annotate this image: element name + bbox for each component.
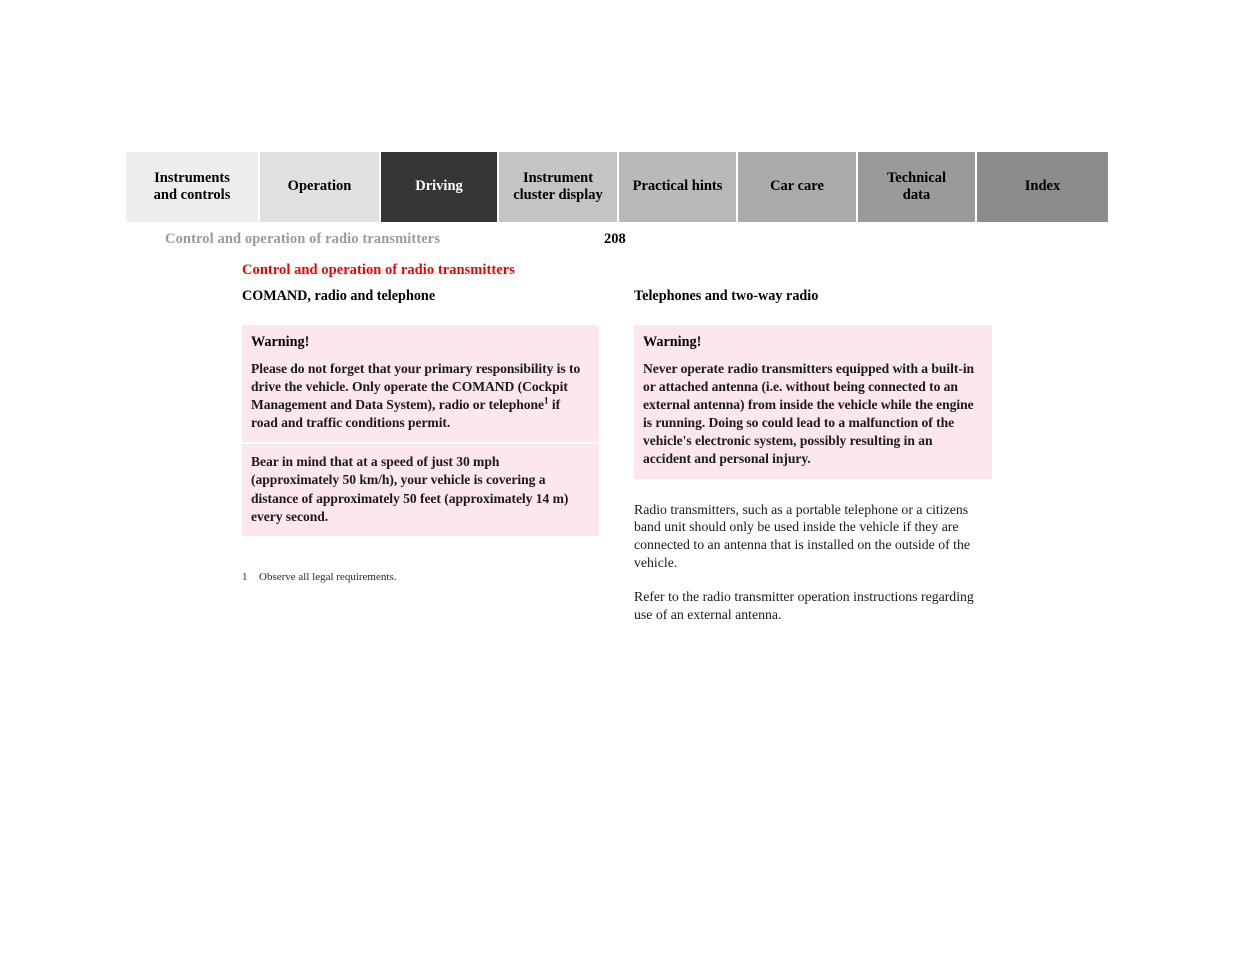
footnote-marker: 1 bbox=[242, 570, 248, 583]
right-body-paragraph-1: Radio transmitters, such as a portable t… bbox=[634, 501, 971, 570]
left-warning-paragraph-1-text: Please do not forget that your primary r… bbox=[251, 361, 581, 413]
right-warning-block-1: Warning! Never operate radio transmitter… bbox=[634, 325, 992, 479]
left-warning-block-2: Bear in mind that at a speed of just 30 … bbox=[242, 442, 599, 536]
running-head: Control and operation of radio transmitt… bbox=[165, 231, 441, 247]
chapter-tab-label: Index bbox=[1024, 178, 1061, 195]
chapter-tab-practical-hints[interactable]: Practical hints bbox=[619, 152, 736, 222]
right-column: Telephones and two-way radio Warning! Ne… bbox=[634, 288, 992, 623]
page-number: 208 bbox=[604, 231, 626, 247]
chapter-tab-index[interactable]: Index bbox=[977, 152, 1108, 222]
chapter-tab-label: Car care bbox=[770, 178, 824, 195]
chapter-tab-driving[interactable]: Driving bbox=[381, 152, 497, 222]
chapter-tab-label: Driving bbox=[415, 178, 463, 195]
left-warning-paragraph-1: Please do not forget that your primary r… bbox=[251, 360, 590, 432]
left-warning-title: Warning! bbox=[251, 334, 310, 351]
right-warning-title: Warning! bbox=[643, 334, 702, 351]
chapter-tab-label: Instruments and controls bbox=[153, 169, 231, 203]
footnote: 1 Observe all legal requirements. bbox=[242, 570, 599, 584]
left-column: COMAND, radio and telephone Warning! Ple… bbox=[242, 288, 599, 584]
left-sub-heading: COMAND, radio and telephone bbox=[242, 288, 436, 304]
left-warning-paragraph-2: Bear in mind that at a speed of just 30 … bbox=[251, 454, 569, 524]
right-body-paragraph-2: Refer to the radio transmitter operation… bbox=[634, 589, 974, 622]
chapter-tab-bar: Instruments and controls Operation Driving I… bbox=[126, 152, 1108, 222]
chapter-tab-instrument-cluster-display[interactable]: Instrument cluster display bbox=[499, 152, 617, 222]
chapter-tab-label: Practical hints bbox=[632, 178, 723, 195]
chapter-tab-technical-data[interactable]: Technical data bbox=[858, 152, 975, 222]
chapter-tab-label: Operation bbox=[287, 178, 352, 195]
page-title: Control and operation of radio transmitt… bbox=[242, 262, 515, 278]
chapter-tab-operation[interactable]: Operation bbox=[260, 152, 379, 222]
left-warning-box: Warning! Please do not forget that your … bbox=[242, 325, 599, 536]
chapter-tab-instruments-and-controls[interactable]: Instruments and controls bbox=[126, 152, 258, 222]
footnote-text: Observe all legal requirements. bbox=[259, 570, 397, 583]
right-sub-heading: Telephones and two-way radio bbox=[634, 288, 819, 304]
right-warning-paragraph-1: Never operate radio transmitters equippe… bbox=[643, 361, 975, 467]
left-warning-block-1: Warning! Please do not forget that your … bbox=[242, 325, 599, 443]
chapter-tab-label: Technical data bbox=[886, 169, 947, 203]
right-warning-box: Warning! Never operate radio transmitter… bbox=[634, 325, 992, 479]
chapter-tab-car-care[interactable]: Car care bbox=[738, 152, 856, 222]
chapter-tab-label: Instrument cluster display bbox=[513, 169, 603, 203]
